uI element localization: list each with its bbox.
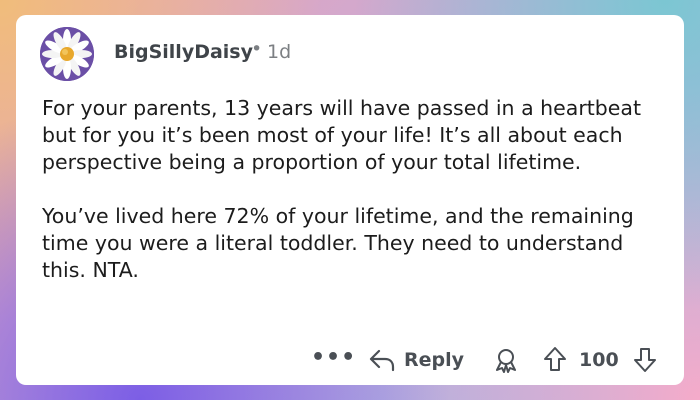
daisy-icon [40, 27, 94, 81]
reply-arrow-icon[interactable] [368, 347, 396, 373]
comment-paragraph: You’ve lived here 72% of your lifetime, … [42, 204, 634, 282]
reply-button[interactable]: Reply [404, 349, 464, 371]
comment-card: BigSillyDaisy • 1d For your parents, 13 … [16, 15, 684, 385]
meta-separator: • [251, 38, 263, 60]
author-avatar[interactable] [40, 27, 94, 81]
downvote-arrow-icon[interactable] [633, 347, 657, 373]
upvote-arrow-icon[interactable] [543, 346, 567, 372]
comment-body: For your parents, 13 years will have pas… [42, 95, 672, 284]
more-options-button[interactable]: ••• [311, 345, 356, 370]
comment-actions: ••• Reply 100 [16, 345, 684, 375]
vote-score: 100 [579, 349, 619, 371]
comment-paragraph: For your parents, 13 years will have pas… [42, 96, 642, 174]
comment-age: 1d [267, 41, 292, 63]
author-username[interactable]: BigSillyDaisy [114, 41, 253, 63]
award-icon[interactable] [493, 347, 519, 373]
